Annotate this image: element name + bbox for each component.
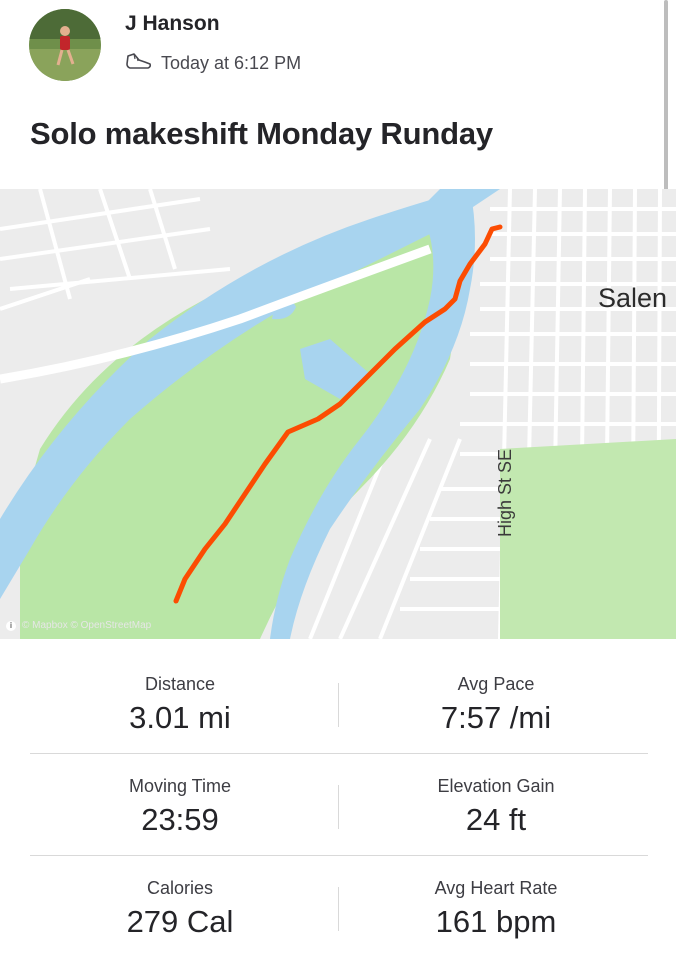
stat-value: 24 ft [465,802,527,837]
stats-row: Distance 3.01 mi Avg Pace 7:57 /mi [0,640,676,740]
stat-divider [338,785,339,829]
avatar[interactable] [29,9,101,81]
stat-label: Distance [144,674,216,694]
activity-header: J Hanson Today at 6:12 PM Solo makeshift… [0,0,676,190]
stat-label: Avg Heart Rate [434,878,558,898]
map-street-label: High St SE [495,448,515,537]
stat-value: 279 Cal [126,904,234,939]
stats-row: Moving Time 23:59 Elevation Gain 24 ft [0,742,676,842]
stat-avg-pace: Avg Pace 7:57 /mi [346,640,646,736]
stat-label: Calories [146,878,214,898]
map-canvas [0,189,676,639]
stat-divider [338,887,339,931]
attribution-text: © Mapbox © OpenStreetMap [22,620,152,631]
stat-distance: Distance 3.01 mi [30,640,330,736]
stat-label: Avg Pace [457,674,535,694]
activity-timestamp: Today at 6:12 PM [161,52,302,73]
stat-value: 3.01 mi [129,700,231,735]
stat-divider [338,683,339,727]
stats-panel: Distance 3.01 mi Avg Pace 7:57 /mi Movin… [0,640,676,960]
info-icon[interactable]: i [6,620,16,631]
stat-label: Elevation Gain [437,776,555,796]
activity-title[interactable]: Solo makeshift Monday Runday [30,116,493,152]
route-map[interactable]: Salen High St SE i © Mapbox © OpenStreet… [0,189,676,639]
stat-avg-heart-rate: Avg Heart Rate 161 bpm [346,844,646,940]
stat-value: 23:59 [141,802,219,837]
map-city-label: Salen [598,283,668,313]
avatar-photo [29,9,101,81]
stat-moving-time: Moving Time 23:59 [30,742,330,838]
stat-label: Moving Time [128,776,232,796]
stats-row: Calories 279 Cal Avg Heart Rate 161 bpm [0,844,676,944]
shoe-icon [125,51,153,76]
activity-meta: Today at 6:12 PM [125,50,301,76]
stat-elevation-gain: Elevation Gain 24 ft [346,742,646,838]
stat-calories: Calories 279 Cal [30,844,330,940]
athlete-name[interactable]: J Hanson [125,12,220,36]
stat-value: 7:57 /mi [440,700,552,735]
map-attribution[interactable]: i © Mapbox © OpenStreetMap [6,620,151,631]
stat-value: 161 bpm [435,904,557,939]
